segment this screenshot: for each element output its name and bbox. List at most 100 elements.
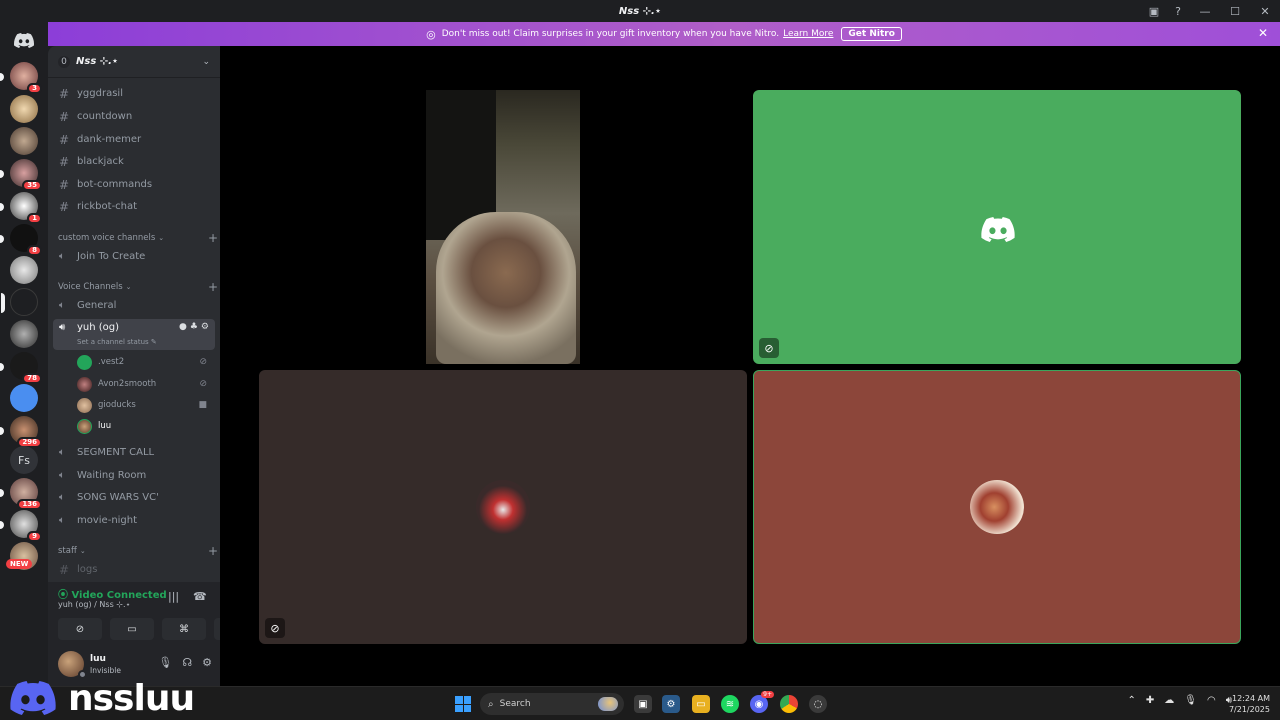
speaker-icon: 🔊︎: [59, 322, 66, 333]
category-staff[interactable]: staff ⌄ +: [58, 544, 218, 558]
get-nitro-button[interactable]: Get Nitro: [841, 27, 902, 41]
connection-status: ⦿ Video Connected: [58, 590, 167, 601]
app-tray-icon[interactable]: ✚: [1146, 695, 1154, 706]
mention-badge: 1: [27, 213, 42, 224]
noise-suppression-icon[interactable]: |||: [168, 590, 179, 603]
video-tile-avon2smooth[interactable]: ⊘: [259, 370, 747, 644]
help-icon[interactable]: ?: [1166, 0, 1190, 22]
inbox-icon[interactable]: ▣: [1142, 0, 1166, 22]
channel-general[interactable]: 🔈︎ General: [53, 295, 215, 316]
hash-icon: #: [59, 132, 70, 147]
avatar: [77, 418, 92, 434]
server-icon[interactable]: [10, 95, 38, 123]
voice-user[interactable]: Avon2smooth ⊘: [77, 375, 213, 393]
mention-badge: 136: [17, 499, 42, 510]
channel-rickbot-chat[interactable]: # rickbot-chat: [53, 196, 215, 217]
camera-toggle-button[interactable]: ⊘: [58, 618, 102, 640]
disconnect-icon[interactable]: ☎: [193, 590, 207, 603]
voice-user[interactable]: luu: [77, 417, 213, 435]
hash-icon: #: [59, 86, 70, 101]
server-icon[interactable]: 296: [0, 416, 42, 448]
mention-badge: 8: [27, 245, 42, 256]
chevron-down-icon: ⌄: [125, 283, 132, 291]
close-window-button[interactable]: ✕: [1250, 0, 1280, 22]
server-icon[interactable]: 78: [0, 352, 42, 384]
add-channel-icon[interactable]: +: [208, 231, 218, 245]
server-icon[interactable]: 3: [0, 62, 42, 94]
video-tile-camera[interactable]: [426, 90, 580, 364]
invite-icon[interactable]: ♣: [190, 322, 198, 332]
task-view-icon[interactable]: ▣: [634, 695, 652, 713]
unread-pill: [0, 427, 4, 435]
server-icon[interactable]: 1: [0, 192, 42, 224]
activity-button[interactable]: ⌘: [162, 618, 206, 640]
discord-logo-icon: [14, 32, 34, 48]
channel-yggdrasil[interactable]: # yggdrasil: [53, 83, 215, 104]
connection-location[interactable]: yuh (og) / Nss ⊹.⋆: [58, 600, 131, 609]
minimize-button[interactable]: —: [1190, 0, 1220, 22]
screen-share-button[interactable]: ▭: [110, 618, 154, 640]
category-custom-voice[interactable]: custom voice channels ⌄ +: [58, 231, 218, 245]
voice-user[interactable]: .vest2 ⊘: [77, 353, 213, 371]
username[interactable]: luu: [90, 654, 106, 664]
notification-badge: 9+: [761, 691, 774, 698]
microphone-icon[interactable]: 🎙︎: [158, 656, 172, 669]
server-icon-fs[interactable]: Fs: [10, 446, 38, 474]
server-icon[interactable]: [10, 256, 38, 284]
add-channel-icon[interactable]: +: [208, 544, 218, 558]
server-icon[interactable]: [10, 127, 38, 155]
server-icon[interactable]: [10, 384, 38, 412]
server-icon[interactable]: 8: [0, 224, 42, 256]
server-icon[interactable]: 9: [0, 510, 42, 542]
channel-blackjack[interactable]: # blackjack: [53, 151, 215, 172]
maximize-button[interactable]: ☐: [1220, 0, 1250, 22]
server-header[interactable]: 0 Nss ⊹.⋆ ⌄: [48, 46, 220, 78]
chevron-up-icon[interactable]: ⌃: [1127, 695, 1135, 706]
settings-app-icon[interactable]: ⚙: [662, 695, 680, 713]
learn-more-link[interactable]: Learn More: [783, 29, 833, 39]
taskbar-clock[interactable]: 12:24 AM 7/21/2025: [1229, 693, 1270, 715]
gear-icon[interactable]: ⚙: [202, 656, 212, 669]
spotify-icon[interactable]: ≋: [721, 695, 739, 713]
gear-icon[interactable]: ⚙: [201, 322, 209, 332]
channel-bot-commands[interactable]: # bot-commands: [53, 174, 215, 195]
camera-icon: ■: [198, 400, 207, 410]
app-icon[interactable]: ◌: [809, 695, 827, 713]
cloud-icon[interactable]: ☁: [1164, 695, 1174, 706]
microphone-icon[interactable]: 🎙︎: [1184, 695, 1197, 706]
channel-song-wars[interactable]: 🔈︎ SONG WARS VC': [53, 487, 215, 508]
avatar: [77, 354, 92, 370]
avatar: [476, 480, 530, 534]
wifi-icon[interactable]: ◠: [1207, 695, 1216, 706]
channel-movie-night[interactable]: 🔈︎ movie-night: [53, 510, 215, 531]
windows-start-icon[interactable]: [455, 696, 471, 712]
channel-countdown[interactable]: # countdown: [53, 106, 215, 127]
discord-home-button[interactable]: [10, 26, 38, 54]
video-tile-vest2[interactable]: ⊘: [753, 90, 1241, 364]
chat-icon[interactable]: ●: [179, 322, 187, 332]
server-icon[interactable]: 35: [0, 159, 42, 191]
channel-waiting-room[interactable]: 🔈︎ Waiting Room: [53, 465, 215, 486]
category-voice-channels[interactable]: Voice Channels ⌄ +: [58, 280, 218, 294]
channel-join-to-create[interactable]: 🔈︎ Join To Create: [53, 246, 215, 267]
video-tile-speaking[interactable]: [753, 370, 1241, 644]
file-explorer-icon[interactable]: ▭: [692, 695, 710, 713]
muted-mic-icon: ⊘: [265, 618, 285, 638]
voice-user[interactable]: gioducks ■: [77, 396, 213, 414]
headphones-icon[interactable]: ☊: [182, 656, 192, 669]
channel-logs[interactable]: # logs: [53, 559, 215, 580]
gamepad-icon: ⌘: [179, 623, 189, 635]
hash-icon: #: [59, 154, 70, 169]
mention-badge: 35: [22, 180, 42, 191]
server-icon[interactable]: 136: [0, 478, 42, 510]
add-channel-icon[interactable]: +: [208, 280, 218, 294]
close-banner-icon[interactable]: ✕: [1258, 26, 1268, 40]
chrome-icon[interactable]: [780, 695, 798, 713]
taskbar-search[interactable]: ⌕ Search: [480, 693, 624, 715]
server-icon-nss[interactable]: [1, 288, 38, 316]
channel-status[interactable]: Set a channel status ✎: [77, 338, 157, 346]
channel-dank-memer[interactable]: # dank-memer: [53, 129, 215, 150]
discord-app-icon[interactable]: ◉ 9+: [750, 691, 774, 713]
server-icon[interactable]: [10, 320, 38, 348]
channel-segment-call[interactable]: 🔈︎ SEGMENT CALL: [53, 442, 215, 463]
